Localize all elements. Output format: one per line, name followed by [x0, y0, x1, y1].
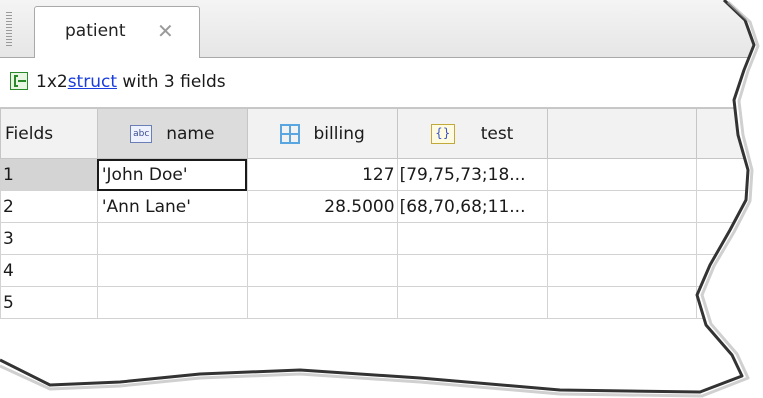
char-icon: abc	[130, 124, 153, 143]
fields-summary: with 3 fields	[122, 72, 226, 92]
cell-test[interactable]: [68,70,68;11...	[396, 190, 548, 223]
cell-empty[interactable]	[546, 254, 698, 287]
cell-empty[interactable]	[546, 222, 698, 255]
variable-info-bar: 1x2struct with 3 fields	[0, 58, 754, 108]
cell-billing[interactable]: 127	[246, 158, 398, 191]
cell-name[interactable]	[96, 286, 248, 319]
cell-empty[interactable]	[546, 158, 698, 191]
row-header[interactable]: 1	[0, 158, 98, 191]
size-label: 1x2	[36, 72, 68, 92]
document-tab-bar: patient ✕	[0, 0, 754, 58]
cell-name[interactable]: 'John Doe'	[96, 158, 248, 191]
row-header[interactable]: 2	[0, 190, 98, 223]
column-header-test[interactable]: {} test	[396, 108, 548, 159]
cell-empty[interactable]	[696, 286, 754, 319]
cell-test[interactable]	[396, 286, 548, 319]
column-header-name[interactable]: abc name	[96, 108, 248, 159]
drag-grip-icon[interactable]	[6, 12, 12, 46]
cell-test[interactable]	[396, 222, 548, 255]
struct-class-link[interactable]: struct	[68, 72, 117, 92]
cell-test[interactable]: [79,75,73;18...	[396, 158, 548, 191]
cell-test[interactable]	[396, 254, 548, 287]
cell-empty[interactable]	[696, 158, 754, 191]
cell-empty[interactable]	[696, 190, 754, 223]
row-header[interactable]: 3	[0, 222, 98, 255]
column-label: name	[166, 123, 215, 144]
cell-name[interactable]	[96, 254, 248, 287]
variable-summary: 1x2struct with 3 fields	[36, 72, 226, 92]
close-icon[interactable]: ✕	[157, 19, 174, 43]
struct-icon	[10, 72, 28, 90]
cell-name[interactable]	[96, 222, 248, 255]
table-row: 4	[0, 254, 754, 287]
cell-empty[interactable]	[696, 254, 754, 287]
cell-billing[interactable]	[246, 286, 398, 319]
cell-billing[interactable]: 28.5000	[246, 190, 398, 223]
cell-empty[interactable]	[546, 286, 698, 319]
cell-name[interactable]: 'Ann Lane'	[96, 190, 248, 223]
column-header-billing[interactable]: billing	[246, 108, 398, 159]
cell-billing[interactable]	[246, 254, 398, 287]
row-header[interactable]: 5	[0, 286, 98, 319]
variable-editor-window: patient ✕ 1x2struct with 3 fields Fields…	[0, 0, 754, 392]
table-row: 1 'John Doe' 127 [79,75,73;18...	[0, 158, 754, 191]
cell-empty[interactable]	[546, 190, 698, 223]
table-row: 3	[0, 222, 754, 255]
struct-field-grid: Fields abc name billing {} test 1 'John Do…	[0, 108, 754, 319]
table-row: 5	[0, 286, 754, 319]
tab-title: patient	[65, 21, 126, 41]
cell-billing[interactable]	[246, 222, 398, 255]
row-header[interactable]: 4	[0, 254, 98, 287]
tab-patient[interactable]: patient ✕	[34, 6, 200, 58]
column-header-empty[interactable]	[546, 108, 698, 159]
table-row: 2 'Ann Lane' 28.5000 [68,70,68;11...	[0, 190, 754, 223]
column-label: test	[480, 123, 514, 144]
cell-empty[interactable]	[696, 222, 754, 255]
fields-corner-header[interactable]: Fields	[0, 108, 98, 159]
column-header-empty[interactable]	[696, 108, 754, 159]
cell-array-icon: {}	[430, 123, 455, 144]
numeric-array-icon	[279, 123, 300, 144]
column-label: billing	[313, 123, 365, 144]
